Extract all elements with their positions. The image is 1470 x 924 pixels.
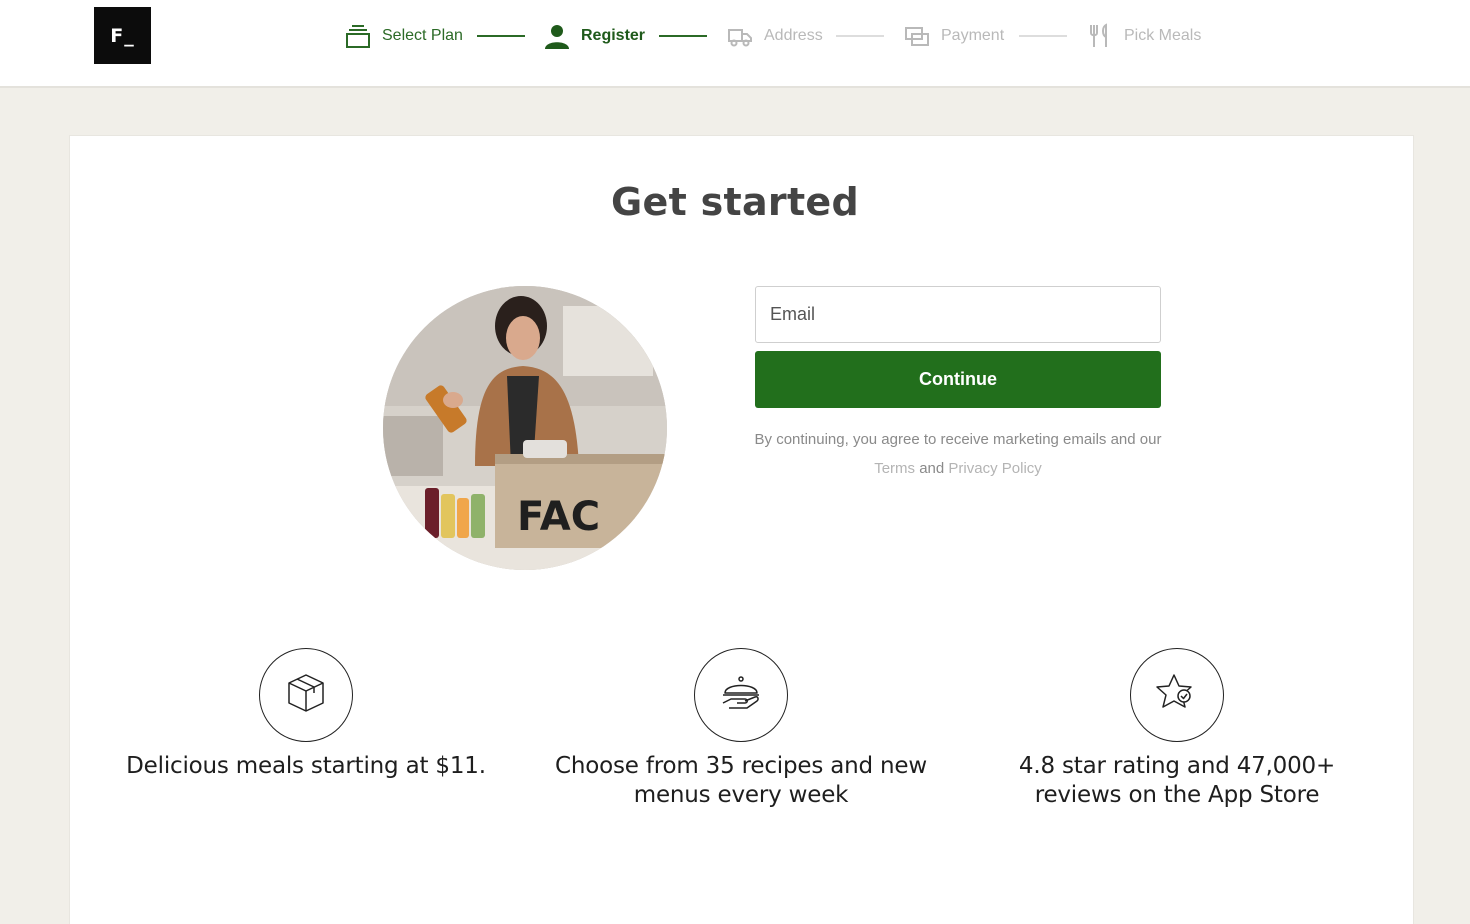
- step-label: Address: [764, 27, 823, 44]
- page-title: Get started: [611, 180, 859, 224]
- step-select-plan[interactable]: Select Plan: [345, 20, 463, 52]
- privacy-policy-link[interactable]: Privacy Policy: [948, 460, 1041, 477]
- fork-knife-icon: [1087, 23, 1113, 49]
- step-label: Select Plan: [382, 27, 463, 44]
- legal-and: and: [919, 460, 945, 477]
- star-badge-icon: [1155, 671, 1199, 720]
- step-connector: [1019, 35, 1067, 37]
- hero-photo: FAC: [383, 286, 667, 570]
- credit-card-icon: [904, 23, 930, 49]
- step-label: Register: [581, 27, 646, 44]
- checkout-stepper: Select Plan Register Address Payment Pic…: [0, 20, 1470, 52]
- delivery-truck-icon: [727, 23, 753, 49]
- email-input[interactable]: [755, 286, 1161, 343]
- feature-icon-circle: [259, 648, 353, 742]
- step-pick-meals[interactable]: Pick Meals: [1087, 20, 1201, 52]
- feature-icon-circle: [1130, 648, 1224, 742]
- serving-cloche-icon: [719, 671, 763, 720]
- feature-icon-circle: [694, 648, 788, 742]
- step-payment[interactable]: Payment: [904, 20, 1004, 52]
- feature-text: Delicious meals starting at $11.: [126, 753, 486, 779]
- user-icon: [544, 23, 570, 49]
- step-address[interactable]: Address: [727, 20, 823, 52]
- feature-price: Delicious meals starting at $11.: [116, 648, 496, 781]
- step-register[interactable]: Register: [544, 20, 645, 52]
- box-brand-text: FAC: [517, 494, 600, 540]
- top-header: F_ Select Plan Register Address Payment …: [0, 0, 1470, 88]
- step-label: Payment: [941, 27, 1005, 44]
- feature-text: Choose from 35 recipes and new menus eve…: [555, 753, 927, 808]
- feature-text: 4.8 star rating and 47,000+ reviews on t…: [1018, 753, 1336, 808]
- step-connector: [836, 35, 884, 37]
- feature-rating: 4.8 star rating and 47,000+ reviews on t…: [987, 648, 1367, 810]
- layers-icon: [345, 23, 371, 49]
- feature-recipes: Choose from 35 recipes and new menus eve…: [551, 648, 931, 810]
- legal-consent-text: By continuing, you agree to receive mark…: [740, 425, 1176, 483]
- continue-button[interactable]: Continue: [755, 351, 1161, 408]
- terms-link[interactable]: Terms: [874, 460, 915, 477]
- step-label: Pick Meals: [1124, 27, 1202, 44]
- step-connector: [659, 35, 707, 37]
- box-icon: [284, 671, 328, 720]
- legal-prefix: By continuing, you agree to receive mark…: [754, 431, 1162, 448]
- step-connector: [477, 35, 525, 37]
